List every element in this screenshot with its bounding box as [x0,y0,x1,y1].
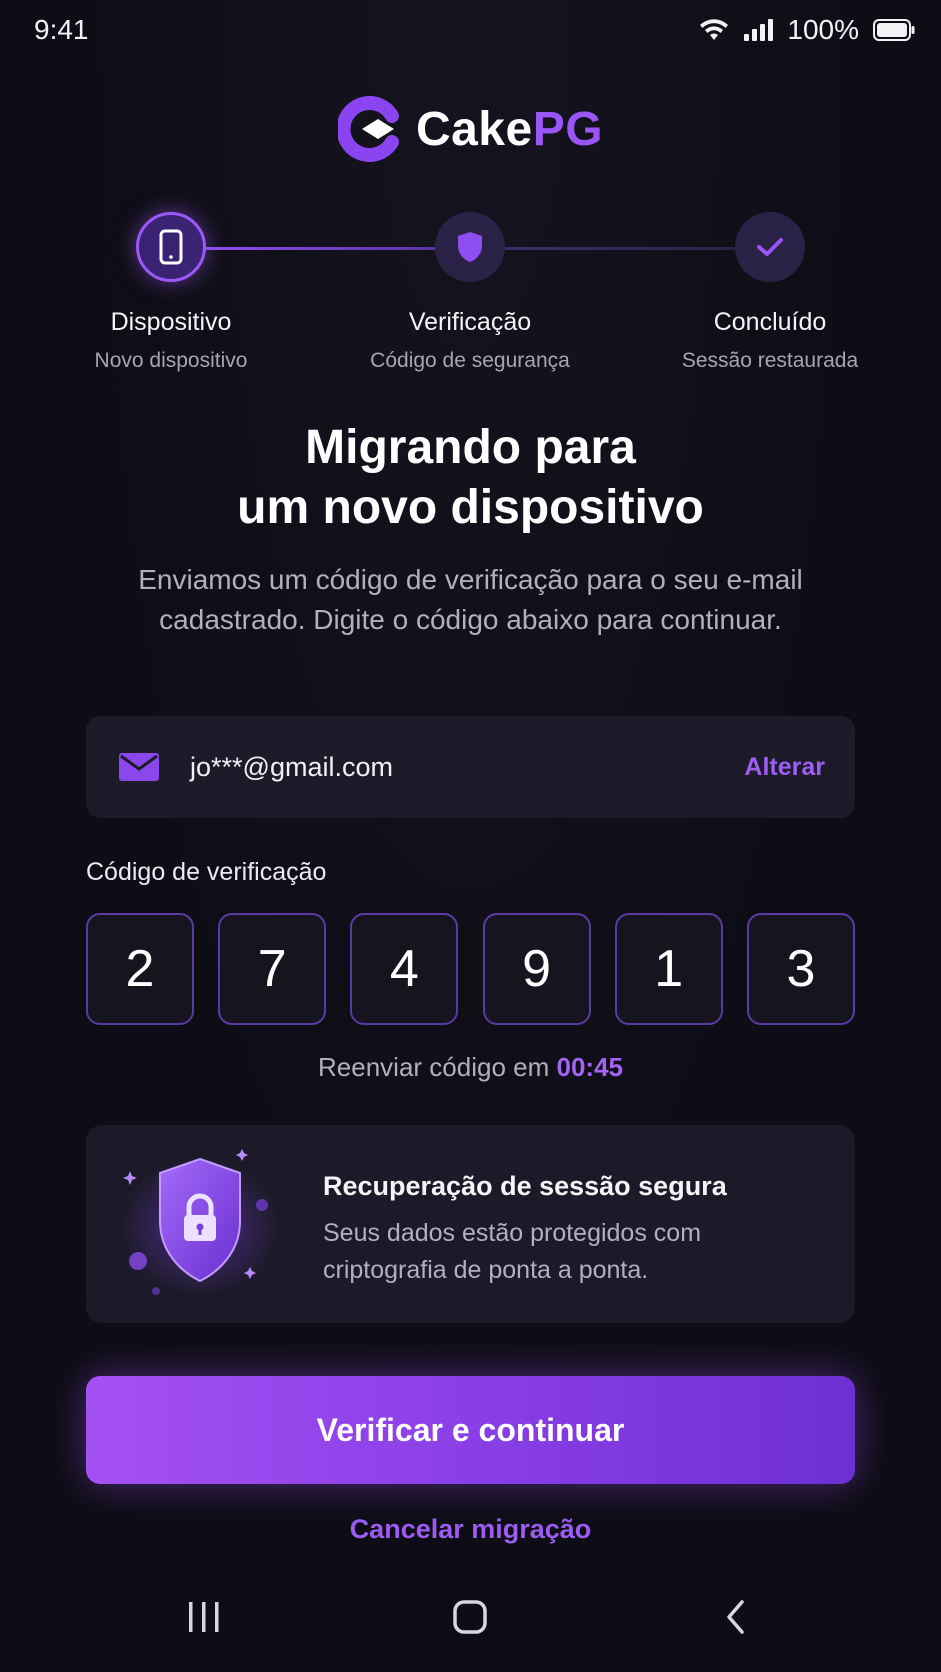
resend-timer: 00:45 [556,1052,623,1082]
home-button[interactable] [440,1592,500,1642]
resend-label: Reenviar código em [318,1052,557,1082]
status-time: 9:41 [34,14,89,45]
step-title: Concluído [713,308,827,336]
page-title: Migrando para um novo dispositivo [0,418,941,538]
step-circle [735,212,805,282]
phone-icon [159,229,183,265]
code-digit-input[interactable]: 9 [482,913,591,1025]
step-circle-active [136,212,206,282]
email-card: jo***@gmail.com Alterar [86,716,855,818]
shield-icon [458,232,482,262]
security-card-title: Recuperação de sessão segura [323,1171,727,1201]
recent-apps-button[interactable] [174,1592,234,1642]
code-digit-input[interactable]: 2 [86,913,194,1025]
page-subtitle: Enviamos um código de verificação para o… [138,564,803,635]
brand-logo: CakePG [0,96,941,162]
system-nav-bar [0,1562,941,1672]
code-digit-input[interactable]: 1 [614,913,723,1025]
signal-icon [744,19,774,41]
step-subtitle: Novo dispositivo [94,349,248,372]
cancel-migration-link[interactable]: Cancelar migração [0,1514,941,1545]
migration-stepper: Dispositivo Novo dispositivo Verificação… [0,212,941,382]
status-icons: 100% [699,14,915,46]
screen: 9:41 100% CakePG Dispositivo Novo dispos… [0,0,941,1672]
code-digit-input[interactable]: 7 [218,913,327,1025]
step-title: Verificação [408,308,532,336]
recent-apps-icon [189,1602,219,1632]
code-input-group: 2 7 4 9 1 3 [86,913,855,1025]
email-address: jo***@gmail.com [190,751,393,782]
security-card-text: Seus dados estão protegidos com criptogr… [323,1219,702,1284]
code-digit-input[interactable]: 4 [350,913,459,1025]
mail-icon [118,751,160,783]
back-icon [727,1600,744,1634]
step-title: Dispositivo [110,308,232,336]
step-verification: Verificação Código de segurança [340,212,600,373]
resend-code-text: Reenviar código em 00:45 [0,1052,941,1083]
battery-icon [873,19,915,41]
status-bar: 9:41 100% [0,0,941,60]
verify-continue-button[interactable]: Verificar e continuar [86,1376,855,1484]
step-device: Dispositivo Novo dispositivo [41,212,301,373]
change-email-link[interactable]: Alterar [744,753,825,782]
step-circle [435,212,505,282]
step-complete: Concluído Sessão restaurada [640,212,900,373]
code-label: Código de verificação [86,858,327,886]
wifi-icon [700,19,729,40]
battery-percentage: 100% [787,14,859,45]
cakepg-logo-icon [337,96,399,162]
security-info-card: Recuperação de sessão segura Seus dados … [86,1125,855,1323]
home-icon [453,1600,487,1634]
check-icon [757,238,783,256]
back-button[interactable] [706,1592,766,1642]
shield-lock-icon [120,1149,280,1297]
step-subtitle: Código de segurança [370,349,570,372]
brand-name: CakePG [415,102,604,156]
page-title-line1: Migrando para [305,421,636,474]
page-title-line2: um novo dispositivo [237,481,704,534]
step-subtitle: Sessão restaurada [681,349,859,372]
code-digit-input[interactable]: 3 [746,913,855,1025]
